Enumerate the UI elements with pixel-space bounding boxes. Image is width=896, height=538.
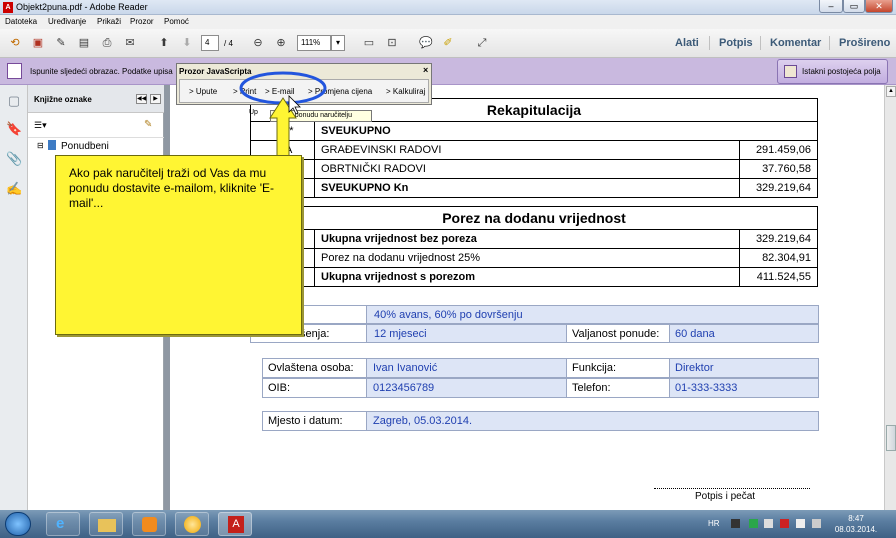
clock-date: 08.03.2014. [834,525,878,534]
security-tray-icon[interactable] [749,519,758,528]
flag-tray-icon[interactable] [796,519,805,528]
internet-explorer-icon[interactable]: e [46,512,80,536]
media-player-icon[interactable] [132,512,166,536]
start-button[interactable] [5,512,31,536]
callout-text: Ako pak naručitelj traži od Vas da mu po… [69,166,275,210]
clock-time: 8:47 [848,514,864,523]
instruction-callout: Ako pak naručitelj traži od Vas da mu po… [55,155,302,335]
file-explorer-icon[interactable] [89,512,123,536]
language-indicator[interactable]: HR [708,519,720,528]
system-clock[interactable]: 8:47 08.03.2014. [830,513,882,535]
notification-tray-icon[interactable] [764,519,773,528]
taskbar: e A HR 8:47 08.03.2014. [0,510,896,538]
weather-app-icon[interactable] [175,512,209,536]
volume-tray-icon[interactable] [812,519,821,528]
monitor-tray-icon[interactable] [731,519,740,528]
network-tray-icon[interactable] [780,519,789,528]
adobe-reader-taskbar-icon[interactable]: A [218,512,252,536]
